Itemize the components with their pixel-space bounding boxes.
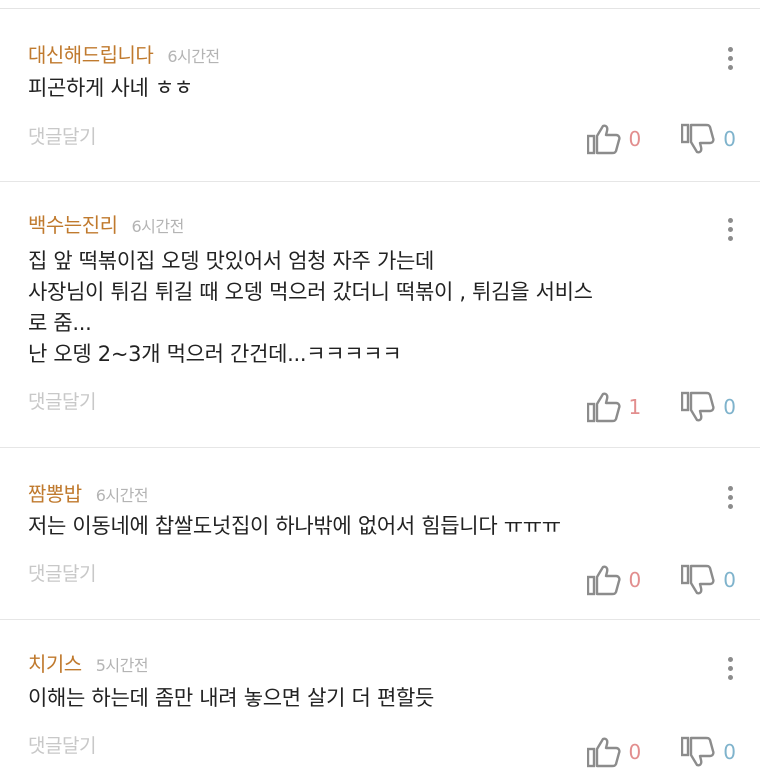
vote-bar: 1 0	[586, 390, 736, 424]
comment-author[interactable]: 치기스	[28, 648, 82, 677]
like-count: 0	[628, 127, 642, 151]
thumbs-down-icon	[681, 736, 715, 767]
thumbs-up-icon	[586, 392, 621, 423]
thumbs-down-icon	[681, 123, 715, 154]
like-button[interactable]: 0	[586, 123, 642, 155]
vote-bar: 0 0	[586, 735, 736, 769]
comment-item: 치기스 5시간전 이해는 하는데 좀만 내려 놓으면 살기 더 편할듯 댓글달기…	[0, 620, 760, 783]
thumbs-up-icon	[586, 737, 621, 768]
like-count: 1	[628, 395, 642, 419]
comment-line: 로 줌...	[28, 311, 92, 335]
dislike-button[interactable]: 0	[681, 123, 736, 155]
more-options-icon[interactable]	[722, 482, 738, 512]
comment-author[interactable]: 백수는진리	[28, 209, 118, 238]
comment-author[interactable]: 대신해드립니다	[28, 39, 154, 68]
comment-time: 6시간전	[131, 217, 185, 236]
comment-body: 이해는 하는데 좀만 내려 놓으면 살기 더 편할듯	[28, 683, 720, 714]
comment-line: 사장님이 튀김 튀길 때 오뎅 먹으러 갔더니 떡볶이 , 튀김을 서비스	[28, 280, 593, 304]
reply-button[interactable]: 댓글달기	[28, 387, 96, 414]
comment-body: 피곤하게 사네 ㅎㅎ	[28, 73, 720, 104]
comment-line: 이해는 하는데 좀만 내려 놓으면 살기 더 편할듯	[28, 686, 435, 710]
comment-body: 저는 이동네에 찹쌀도넛집이 하나밖에 없어서 힘듭니다 ㅠㅠㅠ	[28, 511, 720, 542]
comment-time: 5시간전	[95, 656, 149, 675]
comment-author[interactable]: 짬뽕밥	[28, 478, 82, 507]
comment-time: 6시간전	[95, 486, 149, 505]
thumbs-up-icon	[586, 124, 621, 155]
dislike-count: 0	[723, 127, 736, 151]
reply-button[interactable]: 댓글달기	[28, 122, 96, 149]
more-options-icon[interactable]	[722, 653, 738, 683]
dislike-count: 0	[723, 740, 736, 764]
more-options-icon[interactable]	[722, 43, 738, 73]
vote-bar: 0 0	[586, 563, 736, 597]
more-options-icon[interactable]	[722, 214, 738, 244]
vote-bar: 0 0	[586, 122, 736, 156]
dislike-count: 0	[723, 568, 736, 592]
comment-line: 난 오뎅 2~3개 먹으러 간건데...ㅋㅋㅋㅋㅋ	[28, 342, 402, 366]
thumbs-down-icon	[681, 391, 715, 422]
like-button[interactable]: 1	[586, 391, 642, 423]
comment-line: 피곤하게 사네 ㅎㅎ	[28, 76, 193, 100]
reply-button[interactable]: 댓글달기	[28, 559, 96, 586]
comment-time: 6시간전	[167, 47, 220, 66]
thumbs-up-icon	[586, 565, 621, 596]
comment-line: 집 앞 떡볶이집 오뎅 맛있어서 엄청 자주 가는데	[28, 249, 435, 273]
thumbs-down-icon	[681, 564, 715, 595]
dislike-button[interactable]: 0	[681, 564, 736, 596]
dislike-count: 0	[723, 395, 736, 419]
comment-item: 백수는진리 6시간전 집 앞 떡볶이집 오뎅 맛있어서 엄청 자주 가는데 사장…	[0, 182, 760, 448]
like-count: 0	[628, 568, 642, 592]
reply-button[interactable]: 댓글달기	[28, 731, 96, 758]
like-button[interactable]: 0	[586, 736, 642, 768]
comment-item: 대신해드립니다 6시간전 피곤하게 사네 ㅎㅎ 댓글달기 0 0	[0, 9, 760, 182]
comment-item: 짬뽕밥 6시간전 저는 이동네에 찹쌀도넛집이 하나밖에 없어서 힘듭니다 ㅠㅠ…	[0, 448, 760, 620]
dislike-button[interactable]: 0	[681, 736, 736, 768]
comment-line: 저는 이동네에 찹쌀도넛집이 하나밖에 없어서 힘듭니다 ㅠㅠㅠ	[28, 514, 561, 538]
comment-body: 집 앞 떡볶이집 오뎅 맛있어서 엄청 자주 가는데 사장님이 튀김 튀길 때 …	[28, 246, 720, 370]
like-button[interactable]: 0	[586, 564, 642, 596]
like-count: 0	[628, 740, 642, 764]
dislike-button[interactable]: 0	[681, 391, 736, 423]
